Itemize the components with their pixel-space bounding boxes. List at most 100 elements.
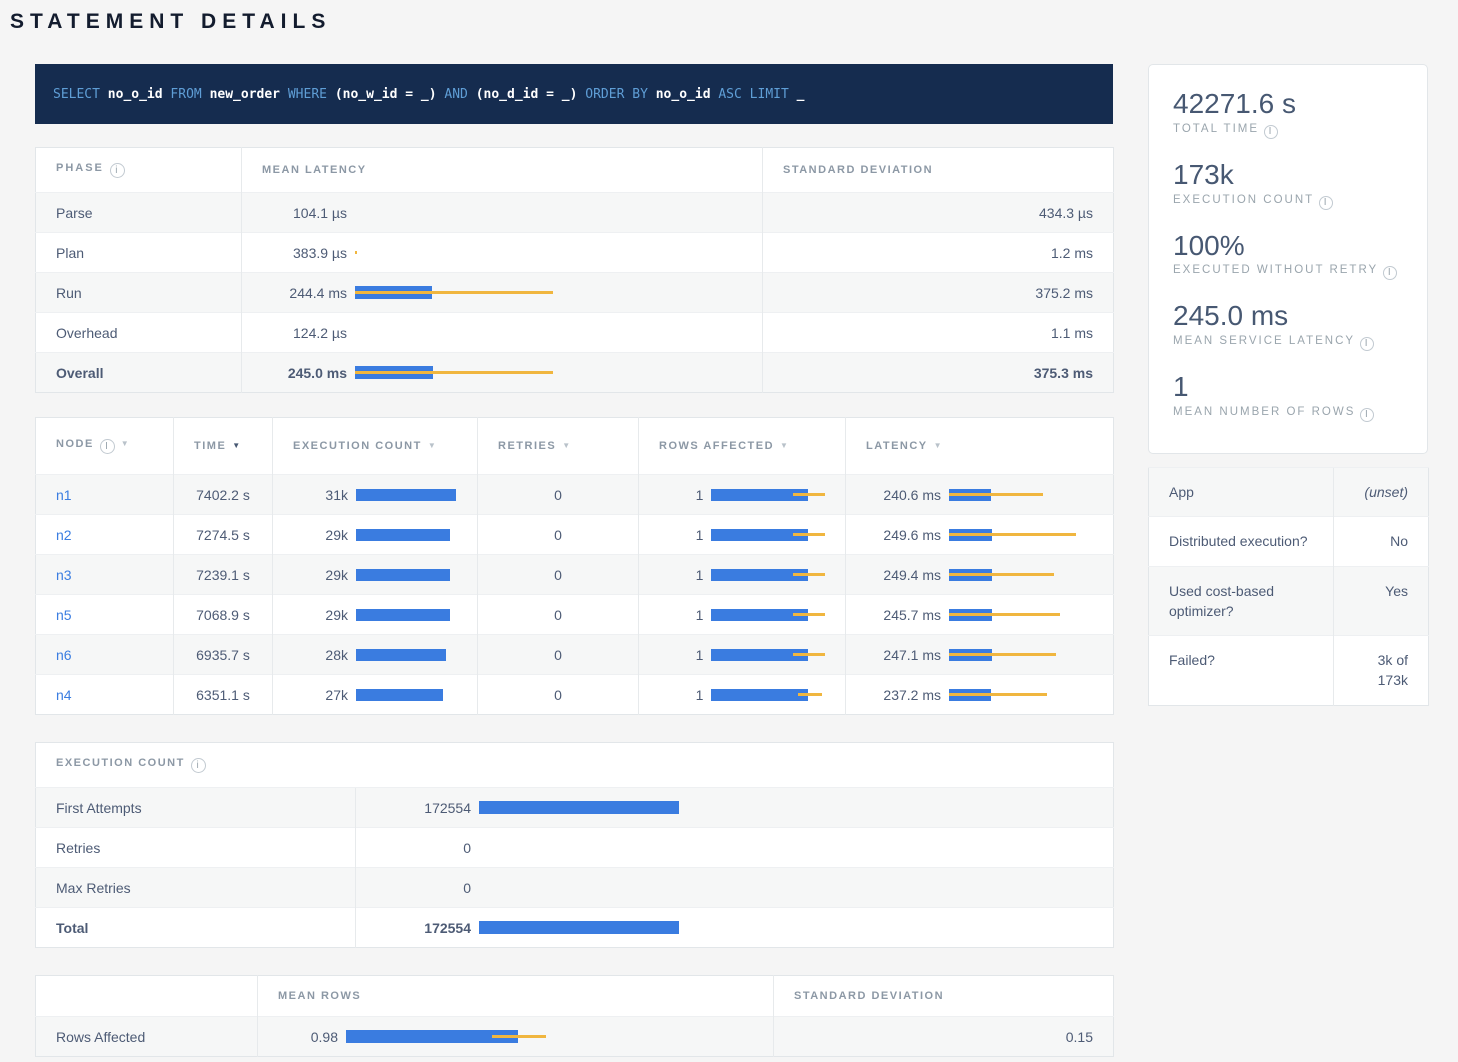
latency-value: 240.6 ms [866, 487, 941, 503]
statement-sql-box: SELECT no_o_id FROM new_order WHERE (no_… [35, 64, 1113, 124]
time-value: 6935.7 s [174, 635, 273, 675]
node-link[interactable]: n6 [56, 647, 72, 663]
main-column: SELECT no_o_id FROM new_order WHERE (no_… [35, 64, 1113, 1057]
sql-keyword: SELECT [53, 87, 100, 102]
retries-value: 0 [478, 635, 639, 675]
attribute-label: Distributed execution? [1149, 517, 1334, 566]
node-row: n2 7274.5 s 29k 0 1 249.6 ms [36, 515, 1114, 555]
phase-info-icon[interactable]: i [110, 163, 125, 178]
node-link[interactable]: n1 [56, 487, 72, 503]
attribute-value: (unset) [1334, 467, 1429, 516]
retries-column-header[interactable]: Retries▼ [478, 418, 639, 475]
execution-count-bar [356, 649, 446, 661]
stddev-value: 375.2 ms [763, 273, 1114, 313]
phase-column-header: Phasei [36, 148, 242, 193]
info-icon[interactable]: i [1319, 196, 1333, 210]
mean-rows-column-header: Mean Rows [258, 976, 774, 1017]
execution-count-value: 29k [293, 567, 348, 583]
execution-count-bar [356, 569, 450, 581]
node-info-icon[interactable]: i [100, 439, 115, 454]
latency-value: 249.4 ms [866, 567, 941, 583]
node-row: n3 7239.1 s 29k 0 1 249.4 ms [36, 555, 1114, 595]
node-link[interactable]: n5 [56, 607, 72, 623]
node-link[interactable]: n2 [56, 527, 72, 543]
sort-descending-icon: ▼ [934, 441, 943, 450]
stddev-line [949, 653, 1056, 656]
exec-count-row-total: Total 172554 [36, 908, 1114, 948]
summary-sidebar: 42271.6 s Total Timei 173k Execution Cou… [1148, 64, 1428, 706]
exec-count-row: First Attempts 172554 [36, 788, 1114, 828]
page-title: Statement Details [10, 10, 1458, 34]
sort-descending-icon: ▼ [562, 441, 571, 450]
standard-deviation-column-header: Standard Deviation [774, 976, 1114, 1017]
node-link[interactable]: n3 [56, 567, 72, 583]
execution-count-info-icon[interactable]: i [191, 758, 206, 773]
node-column-header[interactable]: Nodei▼ [36, 418, 174, 475]
attribute-row-distributed-execution: Distributed execution? No [1149, 517, 1429, 566]
mean-latency-value: 245.0 ms [262, 365, 347, 381]
attribute-label: Failed? [1149, 636, 1334, 706]
execution-count-value: 31k [293, 487, 348, 503]
node-row: n6 6935.7 s 28k 0 1 247.1 ms [36, 635, 1114, 675]
latency-column-header[interactable]: Latency▼ [846, 418, 1114, 475]
info-icon[interactable]: i [1360, 408, 1374, 422]
sql-keyword: ASC [718, 87, 741, 102]
stddev-line [793, 653, 825, 656]
execution-count-value: 29k [293, 607, 348, 623]
node-row: n5 7068.9 s 29k 0 1 245.7 ms [36, 595, 1114, 635]
stddev-value: 375.3 ms [763, 353, 1114, 393]
mean-latency-value: 104.1 µs [262, 205, 347, 221]
summary-stats-card: 42271.6 s Total Timei 173k Execution Cou… [1148, 64, 1428, 454]
stat-label: Mean Number of Rowsi [1173, 406, 1403, 422]
stat-label: Execution Counti [1173, 194, 1403, 210]
retries-value: 0 [478, 555, 639, 595]
node-table: Nodei▼ Time▼ Execution Count▼ Retries▼ R… [35, 417, 1114, 715]
info-icon[interactable]: i [1383, 266, 1397, 280]
execution-count-bar [356, 489, 456, 501]
attribute-label: Used cost-based optimizer? [1149, 566, 1334, 636]
execution-count-bar [356, 689, 443, 701]
info-icon[interactable]: i [1360, 337, 1374, 351]
phase-label: Run [36, 273, 242, 313]
time-column-header[interactable]: Time▼ [174, 418, 273, 475]
phase-label: Overhead [36, 313, 242, 353]
stddev-line [949, 493, 1043, 496]
attribute-label: App [1149, 467, 1334, 516]
rows-affected-value: 1 [659, 487, 703, 503]
sql-keyword: WHERE [288, 87, 327, 102]
mean-latency-value: 244.4 ms [262, 285, 347, 301]
retries-value: 0 [478, 595, 639, 635]
node-row: n1 7402.2 s 31k 0 1 240.6 ms [36, 475, 1114, 515]
rows-affected-label: Rows Affected [36, 1017, 258, 1057]
stddev-line [949, 693, 1047, 696]
retries-value: 0 [478, 515, 639, 555]
exec-count-value: 0 [376, 840, 471, 856]
attribute-value: No [1334, 517, 1429, 566]
stat-value: 42271.6 s [1173, 89, 1403, 120]
rows-affected-value: 1 [659, 687, 703, 703]
sql-expression: (no_w_id = _) [335, 87, 437, 102]
sort-descending-icon: ▼ [780, 441, 789, 450]
phase-row-plan: Plan 383.9 µs 1.2 ms [36, 233, 1114, 273]
attributes-table: App (unset) Distributed execution? No Us… [1148, 467, 1429, 706]
rows-affected-bar [711, 689, 808, 701]
sql-keyword: ORDER BY [585, 87, 648, 102]
latency-value: 247.1 ms [866, 647, 941, 663]
execution-count-column-header[interactable]: Execution Count▼ [273, 418, 478, 475]
retries-value: 0 [478, 475, 639, 515]
stddev-value: 1.2 ms [763, 233, 1114, 273]
info-icon[interactable]: i [1264, 125, 1278, 139]
exec-count-bar [479, 801, 679, 814]
latency-value: 249.6 ms [866, 527, 941, 543]
empty-column-header [36, 976, 258, 1017]
stddev-line [793, 573, 825, 576]
node-link[interactable]: n4 [56, 687, 72, 703]
phase-label: Plan [36, 233, 242, 273]
rows-affected-value: 1 [659, 607, 703, 623]
rows-affected-column-header[interactable]: Rows Affected▼ [639, 418, 846, 475]
exec-count-bar [479, 921, 679, 934]
mean-latency-value: 383.9 µs [262, 245, 347, 261]
execution-count-value: 27k [293, 687, 348, 703]
execution-count-section-title: Execution Counti [36, 743, 1114, 788]
attribute-value: 3k of 173k [1334, 636, 1429, 706]
